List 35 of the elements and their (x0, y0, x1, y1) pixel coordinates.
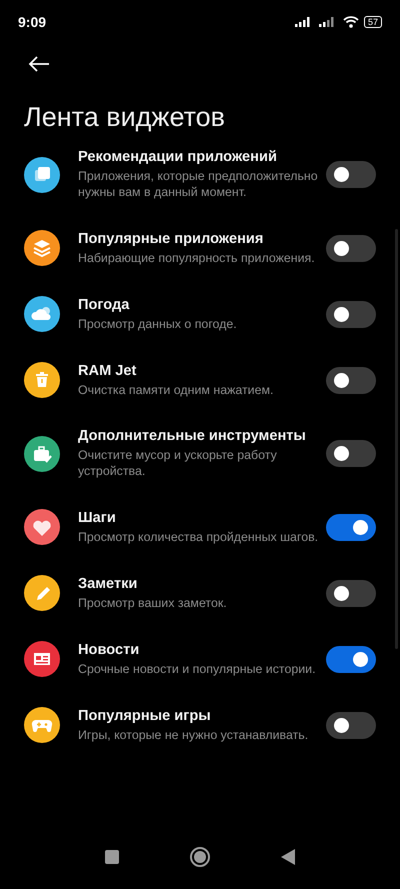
widget-title: Шаги (78, 510, 117, 526)
widget-description: Срочные новости и популярные истории. (78, 660, 317, 676)
square-icon (104, 849, 120, 865)
widget-description: Очистите мусор и ускорьте работу устройства. (78, 447, 278, 479)
widget-description: Просмотр количества пройденных шагов. (78, 528, 320, 544)
circle-icon (188, 846, 211, 868)
widget-title: Популярные приложения (78, 230, 264, 246)
widget-title: Популярные игры (78, 708, 212, 724)
widget-description: Приложения, которые предположительно нужны вам в данный момент. (78, 168, 319, 200)
widget-title: RAM Jet (78, 362, 138, 378)
widget-description: Набирающие популярность приложения. (78, 250, 316, 266)
widget-title: Дополнительные инструменты (78, 428, 307, 444)
status-time: 9:09 (18, 14, 46, 30)
widget-title: Рекомендации приложений (78, 149, 278, 165)
widget-title: Заметки (78, 576, 138, 592)
toggle-switch[interactable] (326, 234, 376, 262)
page-title: Лента виджетов (24, 102, 226, 133)
widget-title: Погода (78, 296, 130, 312)
toggle-switch[interactable] (326, 366, 376, 394)
widget-description: Игры, которые не нужно устанавливать. (78, 726, 310, 742)
widget-description: Просмотр данных о погоде. (78, 316, 238, 332)
widget-description: Просмотр ваших заметок. (78, 594, 228, 610)
toggle-switch[interactable] (326, 514, 376, 540)
widget-title: Новости (78, 642, 140, 658)
toggle-switch[interactable] (326, 580, 376, 606)
toggle-switch[interactable] (326, 646, 376, 672)
triangle-icon (280, 848, 296, 866)
wifi-icon (342, 16, 359, 28)
toggle-switch[interactable] (326, 300, 376, 328)
widget-description: Очистка памяти одним нажатием. (78, 382, 274, 398)
toggle-switch[interactable] (326, 440, 376, 467)
battery-indicator: 57 (364, 16, 382, 28)
back-arrow-icon (28, 56, 50, 72)
toggle-switch[interactable] (326, 712, 376, 738)
toggle-switch[interactable] (326, 161, 376, 188)
